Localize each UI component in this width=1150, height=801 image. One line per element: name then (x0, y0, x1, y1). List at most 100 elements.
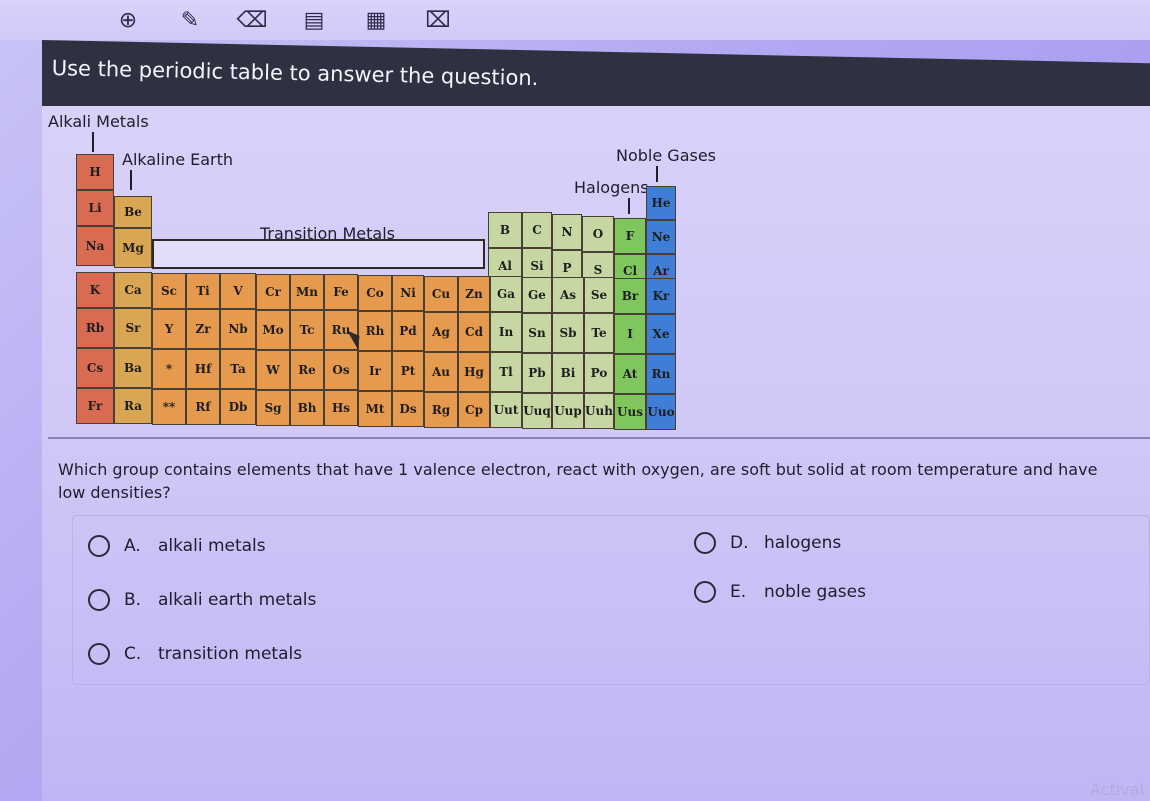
element-cell: Zn (458, 276, 490, 312)
element-cell: Rb (76, 308, 114, 348)
label-noble-gases: Noble Gases (616, 146, 717, 165)
element-cell: Ag (424, 312, 458, 352)
element-cell: * (152, 349, 186, 389)
element-cell: Au (424, 352, 458, 392)
element-Mg: Mg (114, 228, 152, 268)
element-cell: Sb (552, 313, 584, 353)
element-cell: Y (152, 309, 186, 349)
radio-d[interactable] (694, 532, 716, 554)
question-text: Which group contains elements that have … (58, 460, 1098, 502)
radio-a[interactable] (88, 535, 110, 557)
element-cell: Uup (552, 393, 584, 429)
element-cell: Ni (392, 275, 424, 311)
element-cell: At (614, 354, 646, 394)
toolbar: ⊕ ✎ ⌫ ▤ ▦ ⌧ (110, 0, 456, 40)
element-cell: Sn (522, 313, 552, 353)
element-cell: Fe (324, 274, 358, 310)
answer-letter: B. (124, 590, 142, 610)
element-cell: Cp (458, 392, 490, 428)
element-cell: Cr (256, 274, 290, 310)
element-cell: Pd (392, 311, 424, 351)
element-cell: Ga (490, 276, 522, 312)
calculator-icon[interactable]: ▤ (296, 5, 332, 35)
element-cell: Ti (186, 273, 220, 309)
element-cell: Se (584, 277, 614, 313)
element-cell: Rn (646, 354, 676, 394)
answer-label: halogens (764, 533, 842, 553)
element-cell: K (76, 272, 114, 308)
element-C: C (522, 212, 552, 248)
notepad-icon[interactable]: ▦ (358, 5, 394, 35)
alkaline-pointer (130, 170, 132, 190)
element-cell: Nb (220, 309, 256, 349)
element-cell: Ir (358, 351, 392, 391)
element-cell: Zr (186, 309, 220, 349)
section-divider (48, 437, 1150, 439)
element-cell: Db (220, 389, 256, 425)
element-cell: Mt (358, 391, 392, 427)
element-H: H (76, 154, 114, 190)
element-cell: Os (324, 350, 358, 390)
element-cell: Ge (522, 277, 552, 313)
zoom-in-icon[interactable]: ⊕ (110, 5, 146, 35)
transition-metals-box (152, 239, 485, 269)
radio-e[interactable] (694, 581, 716, 603)
element-cell: Uuh (584, 393, 614, 429)
element-cell: Uus (614, 394, 646, 430)
element-Li: Li (76, 190, 114, 226)
element-N: N (552, 214, 582, 250)
element-cell: Sr (114, 308, 152, 348)
noble-pointer (656, 166, 658, 182)
eraser-icon[interactable]: ⌫ (234, 5, 270, 35)
element-Be: Be (114, 196, 152, 228)
radio-b[interactable] (88, 589, 110, 611)
element-cell: Co (358, 275, 392, 311)
label-halogens: Halogens (574, 178, 649, 197)
answer-option-c[interactable]: C. transition metals (88, 643, 302, 665)
element-cell: Ra (114, 388, 152, 424)
alkali-pointer (92, 132, 94, 152)
answer-option-b[interactable]: B. alkali earth metals (88, 589, 316, 611)
element-cell: W (256, 350, 290, 390)
element-cell: Bi (552, 353, 584, 393)
element-cell: Tl (490, 352, 522, 392)
element-cell: Bh (290, 390, 324, 426)
answer-letter: E. (730, 582, 747, 602)
activation-watermark: Activat (1090, 780, 1146, 799)
element-F: F (614, 218, 646, 254)
element-cell: V (220, 273, 256, 309)
pencil-icon[interactable]: ✎ (172, 5, 208, 35)
element-cell: Po (584, 353, 614, 393)
answer-label: alkali metals (158, 536, 266, 556)
element-cell: Pt (392, 351, 424, 391)
label-alkali-metals: Alkali Metals (48, 112, 149, 131)
element-B: B (488, 212, 522, 248)
answer-label: noble gases (764, 582, 866, 602)
element-O: O (582, 216, 614, 252)
answer-option-a[interactable]: A. alkali metals (88, 535, 266, 557)
element-cell: Cs (76, 348, 114, 388)
element-cell: Sg (256, 390, 290, 426)
element-cell: Rf (186, 389, 220, 425)
flag-icon[interactable]: ⌧ (420, 5, 456, 35)
element-Na: Na (76, 226, 114, 266)
element-cell: Tc (290, 310, 324, 350)
answer-letter: D. (730, 533, 749, 553)
answer-option-d[interactable]: D. halogens (694, 532, 841, 554)
halogens-pointer (628, 198, 630, 214)
element-cell: Hf (186, 349, 220, 389)
element-cell: Ba (114, 348, 152, 388)
element-cell: Ta (220, 349, 256, 389)
answer-letter: C. (124, 644, 142, 664)
radio-c[interactable] (88, 643, 110, 665)
element-cell: ** (152, 389, 186, 425)
element-cell: Cd (458, 312, 490, 352)
element-cell: Uuq (522, 393, 552, 429)
element-He: He (646, 186, 676, 220)
element-cell: In (490, 312, 522, 352)
element-cell: Hs (324, 390, 358, 426)
answer-option-e[interactable]: E. noble gases (694, 581, 866, 603)
element-cell: Fr (76, 388, 114, 424)
element-cell: As (552, 277, 584, 313)
answer-letter: A. (124, 536, 141, 556)
